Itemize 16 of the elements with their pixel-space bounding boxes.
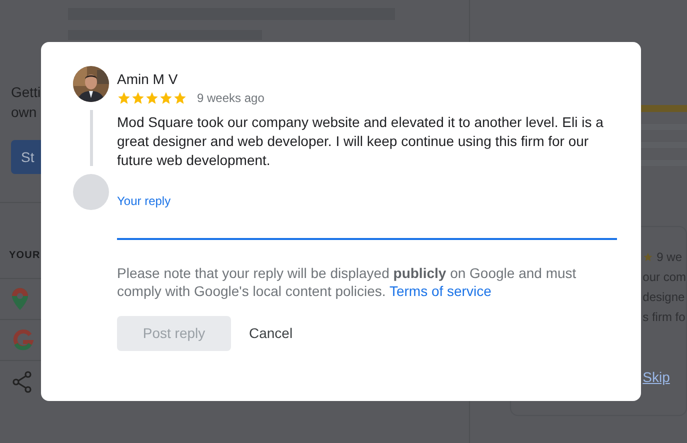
avatar-placeholder (73, 174, 109, 210)
terms-link[interactable]: Terms of service (389, 283, 492, 299)
share-icon[interactable] (12, 370, 32, 392)
cancel-button[interactable]: Cancel (235, 316, 307, 351)
skip-link[interactable]: Skip (642, 367, 670, 388)
text-line: own (11, 103, 37, 122)
policy-note: Please note that your reply will be displayed publicly on Google and must comply with Google's local content policies. Terms of service (117, 264, 578, 300)
reviewer-name: Amin M V (117, 70, 179, 88)
g-logo-icon[interactable] (12, 329, 34, 351)
review-text: Mod Square took our company website and elevated it to another level. Eli is a great designer and web developer. I will keep continue using this firm for our future web development. (117, 113, 604, 170)
review-time: 9 weeks ago (197, 90, 264, 107)
section-heading: YOUR (9, 249, 40, 263)
field-label: Your reply (117, 193, 171, 210)
text-line: Getti (11, 83, 41, 102)
star-icon (642, 252, 653, 262)
map-pin-icon[interactable] (12, 288, 28, 310)
